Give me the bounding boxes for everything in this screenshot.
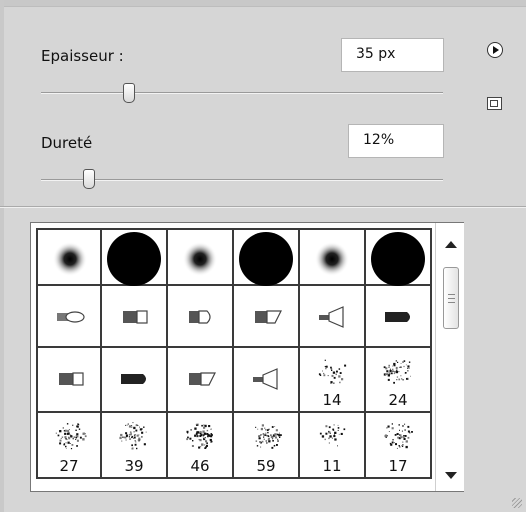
scroll-down-arrow-icon[interactable] bbox=[445, 472, 457, 479]
hardness-slider-thumb[interactable] bbox=[83, 169, 96, 189]
section-divider bbox=[0, 206, 526, 208]
brush-tip-icon bbox=[52, 241, 88, 277]
brush-tip-icon bbox=[255, 310, 282, 324]
hardness-input[interactable]: 12% bbox=[348, 124, 444, 158]
brush-preset[interactable]: 14 bbox=[300, 348, 366, 413]
brush-preset[interactable] bbox=[300, 286, 366, 348]
brush-list-scrollbar[interactable] bbox=[435, 223, 464, 491]
brush-preset[interactable] bbox=[36, 286, 102, 348]
brush-preset[interactable]: 17 bbox=[366, 413, 432, 479]
panel-left-edge bbox=[0, 0, 4, 512]
thickness-label: Epaisseur : bbox=[41, 47, 124, 65]
brush-preset[interactable] bbox=[168, 348, 234, 413]
brush-tip-icon bbox=[371, 232, 425, 286]
brush-size-label: 27 bbox=[59, 457, 79, 475]
brush-preset[interactable] bbox=[366, 286, 432, 348]
brush-tip-icon bbox=[182, 241, 218, 277]
brush-tip-icon bbox=[59, 372, 84, 386]
brush-preset[interactable] bbox=[36, 228, 102, 286]
brush-preset[interactable] bbox=[36, 348, 102, 413]
brush-tip-icon bbox=[107, 232, 161, 286]
brush-preset[interactable]: 11 bbox=[300, 413, 366, 479]
brush-preset[interactable] bbox=[102, 286, 168, 348]
brush-preset[interactable] bbox=[234, 228, 300, 286]
brush-preset[interactable] bbox=[234, 286, 300, 348]
panel-menu-icon[interactable] bbox=[487, 42, 503, 58]
brush-tip-icon bbox=[189, 310, 211, 324]
brush-tip-icon bbox=[189, 372, 216, 386]
brush-tip-icon bbox=[314, 241, 350, 277]
brush-tip-icon bbox=[239, 232, 293, 286]
brush-tip-icon bbox=[121, 374, 146, 384]
brush-preset-picker: 14 24 27 39 46 59 11 17 bbox=[30, 222, 464, 492]
brush-preset[interactable] bbox=[168, 286, 234, 348]
scroll-thumb[interactable] bbox=[443, 267, 459, 329]
brush-panel: Epaisseur : 35 px Dureté 12% 14 24 27 39 46 5… bbox=[0, 0, 526, 512]
brush-size-label: 14 bbox=[322, 391, 342, 409]
brush-size-label: 46 bbox=[190, 457, 210, 475]
brush-size-label: 39 bbox=[124, 457, 144, 475]
brush-size-label: 17 bbox=[388, 457, 408, 475]
brush-preset[interactable]: 59 bbox=[234, 413, 300, 479]
resize-grip-icon[interactable] bbox=[512, 498, 522, 508]
brush-tip-icon bbox=[57, 311, 85, 323]
hardness-label: Dureté bbox=[41, 134, 93, 152]
new-preset-icon[interactable] bbox=[487, 97, 502, 110]
brush-preset[interactable]: 46 bbox=[168, 413, 234, 479]
brush-preset[interactable] bbox=[102, 348, 168, 413]
thickness-input[interactable]: 35 px bbox=[341, 38, 444, 72]
brush-size-label: 59 bbox=[256, 457, 276, 475]
hardness-slider-track[interactable] bbox=[41, 179, 443, 181]
brush-tip-icon bbox=[319, 306, 344, 328]
thickness-slider-track[interactable] bbox=[41, 92, 443, 94]
brush-preset[interactable] bbox=[366, 228, 432, 286]
brush-size-label: 11 bbox=[322, 457, 342, 475]
brush-tip-icon bbox=[123, 310, 148, 324]
brush-tip-icon bbox=[253, 368, 278, 390]
brush-preset[interactable]: 39 bbox=[102, 413, 168, 479]
brush-preset[interactable] bbox=[234, 348, 300, 413]
scroll-up-arrow-icon[interactable] bbox=[445, 241, 457, 248]
brush-preset[interactable] bbox=[168, 228, 234, 286]
brush-preset[interactable]: 24 bbox=[366, 348, 432, 413]
thickness-slider-thumb[interactable] bbox=[123, 83, 136, 103]
brush-preset[interactable]: 27 bbox=[36, 413, 102, 479]
brush-preset[interactable] bbox=[300, 228, 366, 286]
brush-size-label: 24 bbox=[388, 391, 408, 409]
panel-top-edge bbox=[0, 0, 526, 7]
brush-tip-icon bbox=[385, 312, 410, 322]
brush-preset[interactable] bbox=[102, 228, 168, 286]
